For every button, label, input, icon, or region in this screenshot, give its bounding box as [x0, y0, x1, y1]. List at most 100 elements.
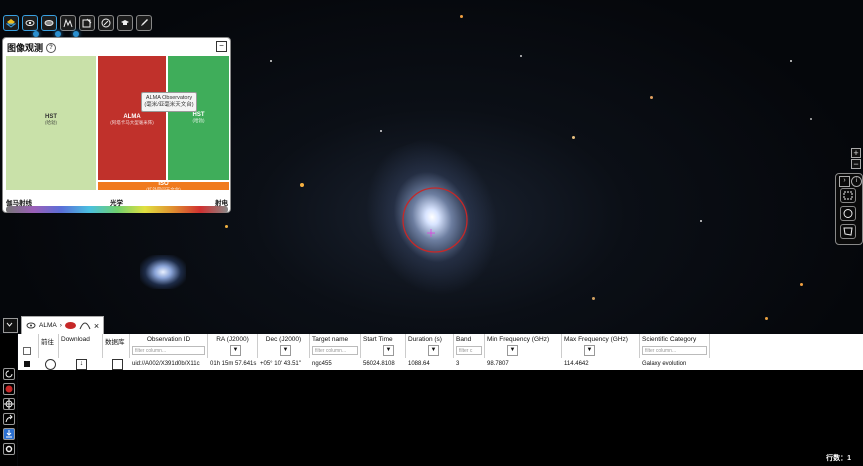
- filter-icon[interactable]: ▼: [584, 345, 595, 356]
- settings-gear-icon[interactable]: [3, 443, 15, 455]
- column-band[interactable]: Band filter c: [454, 334, 485, 358]
- spectrum-curve-icon[interactable]: [79, 321, 91, 330]
- select-all-checkbox[interactable]: [23, 347, 31, 355]
- column-label: Download: [61, 336, 90, 343]
- circle-select-icon[interactable]: [840, 206, 856, 221]
- star: [572, 136, 575, 139]
- minimize-button[interactable]: −: [216, 41, 227, 52]
- ra-cell: 01h 15m 57.641s: [210, 361, 257, 367]
- compass-icon[interactable]: [98, 15, 114, 31]
- target-cell: ngc455: [312, 361, 332, 367]
- row-checkbox[interactable]: [24, 361, 30, 367]
- filter-icon[interactable]: ▼: [230, 345, 241, 356]
- treemap-cell-alma[interactable]: ALMA (阿塔卡马大型毫米阵): [97, 55, 167, 181]
- table-header: 前往 Download 数据库 Observation ID filter co…: [18, 334, 863, 358]
- polygon-select-icon[interactable]: [840, 224, 856, 239]
- layers-icon[interactable]: [3, 15, 19, 31]
- row-count: 行数：1: [826, 455, 851, 462]
- graduation-cap-icon[interactable]: [117, 15, 133, 31]
- category-cell: Galaxy evolution: [642, 361, 687, 367]
- help-icon[interactable]: ?: [46, 42, 57, 53]
- eye-icon[interactable]: [22, 15, 38, 31]
- column-ra[interactable]: RA (J2000) ▼: [208, 334, 258, 358]
- target-marker[interactable]: [400, 185, 470, 255]
- crosshair-icon[interactable]: [45, 359, 56, 370]
- column-label: 前往: [41, 339, 54, 345]
- info-icon[interactable]: i: [851, 176, 862, 187]
- cell-sub: (阿塔卡马大型毫米阵): [110, 120, 154, 125]
- row-checkbox-cell: [18, 358, 39, 370]
- column-database[interactable]: 数据库: [103, 334, 130, 358]
- spectrum-right-label: 射电: [215, 200, 228, 207]
- column-start-time[interactable]: Start Time ▼: [361, 334, 406, 358]
- reset-icon[interactable]: [3, 368, 15, 380]
- filter-input[interactable]: filter c: [456, 346, 482, 355]
- ellipse-icon[interactable]: [41, 15, 57, 31]
- duration-cell: 1088.64: [408, 361, 430, 367]
- max-frequency-cell: 114.4642: [564, 361, 589, 367]
- column-download[interactable]: Download: [59, 334, 103, 358]
- collapse-panel-button[interactable]: [3, 318, 18, 333]
- download-icon[interactable]: ↓: [76, 359, 87, 370]
- star: [800, 283, 803, 286]
- goto-cell: [39, 358, 59, 370]
- rocket-icon[interactable]: [136, 15, 152, 31]
- close-icon[interactable]: ×: [94, 321, 99, 331]
- red-ellipse-icon[interactable]: [64, 322, 76, 329]
- spectrum-icon[interactable]: [60, 15, 76, 31]
- dec-cell: +05° 10' 43.51": [260, 361, 301, 367]
- spectrum-bar[interactable]: [6, 206, 228, 213]
- database-cell: [103, 358, 130, 370]
- zoom-out-button[interactable]: −: [851, 159, 861, 169]
- spectrum-selector[interactable]: 伽马射线 光学 射电: [6, 197, 228, 213]
- tab-label: ALMA: [39, 322, 57, 329]
- column-min-frequency[interactable]: Min Frequency (GHz) ▼: [485, 334, 562, 358]
- column-goto[interactable]: 前往: [39, 334, 59, 358]
- download-icon[interactable]: [3, 428, 15, 440]
- chevron-right-icon[interactable]: ›: [839, 176, 850, 187]
- filter-input[interactable]: filter column...: [312, 346, 358, 355]
- column-label: Target name: [312, 336, 349, 343]
- column-dec[interactable]: Dec (J2000) ▼: [258, 334, 310, 358]
- panel-header: 图像观测 ?: [7, 41, 57, 54]
- tab-alma[interactable]: ALMA › ×: [21, 316, 105, 334]
- start-time-cell: 56024.8108: [363, 361, 395, 367]
- star: [300, 183, 304, 187]
- observation-id-cell: uid://A002/X391d0b/X11c: [132, 361, 200, 367]
- eye-icon[interactable]: [26, 322, 36, 329]
- column-label: Observation ID: [146, 336, 191, 343]
- star: [225, 225, 228, 228]
- treemap-cell-hst-2[interactable]: HST (哈勃): [167, 55, 230, 181]
- record-icon[interactable]: [3, 383, 15, 395]
- column-scientific-category[interactable]: Scientific Category filter column...: [640, 334, 710, 358]
- filter-icon[interactable]: ▼: [507, 345, 518, 356]
- zoom-in-button[interactable]: +: [851, 148, 861, 158]
- galaxy-secondary: [140, 255, 186, 289]
- trash-icon[interactable]: [112, 359, 123, 370]
- share-icon[interactable]: [3, 413, 15, 425]
- cell-sub: (哈勃): [192, 118, 205, 123]
- filter-icon[interactable]: ▼: [428, 345, 439, 356]
- table-row[interactable]: ↓ uid://A002/X391d0b/X11c 01h 15m 57.641…: [18, 358, 863, 370]
- chevron-right-icon[interactable]: ›: [60, 322, 62, 329]
- filter-icon[interactable]: ▼: [280, 345, 291, 356]
- spectrum-left-label: 伽马射线: [6, 200, 32, 207]
- column-label: Start Time: [363, 336, 393, 343]
- star: [700, 220, 702, 222]
- rectangle-select-icon[interactable]: [840, 188, 856, 203]
- filter-input[interactable]: filter column...: [642, 346, 707, 355]
- column-target-name[interactable]: Target name filter column...: [310, 334, 361, 358]
- filter-input[interactable]: filter column...: [132, 346, 205, 355]
- column-max-frequency[interactable]: Max Frequency (GHz) ▼: [562, 334, 640, 358]
- treemap-cell-hst[interactable]: HST (哈勃): [5, 55, 97, 191]
- star: [592, 297, 595, 300]
- column-duration[interactable]: Duration (s) ▼: [406, 334, 454, 358]
- column-observation-id[interactable]: Observation ID filter column...: [130, 334, 208, 358]
- export-icon[interactable]: [79, 15, 95, 31]
- star: [270, 60, 272, 62]
- filter-icon[interactable]: ▼: [383, 345, 394, 356]
- column-label: RA (J2000): [216, 336, 249, 343]
- star: [790, 60, 792, 62]
- crosshair-icon[interactable]: [3, 398, 15, 410]
- treemap-cell-iso[interactable]: ISO (红外空间天文台): [97, 181, 230, 192]
